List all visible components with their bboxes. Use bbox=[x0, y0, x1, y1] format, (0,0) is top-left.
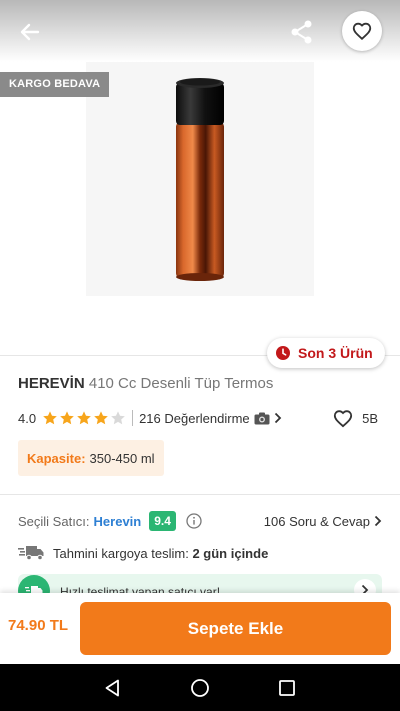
star-icon bbox=[43, 411, 57, 425]
purchase-bar: 74.90 TL Sepete Ekle bbox=[0, 593, 400, 664]
star-icon bbox=[60, 411, 74, 425]
star-rating bbox=[42, 410, 126, 426]
stock-badge: Son 3 Ürün bbox=[267, 338, 385, 368]
favorites-value: 5B bbox=[362, 410, 378, 426]
rating-divider bbox=[132, 410, 134, 426]
nav-home-icon[interactable] bbox=[190, 678, 210, 698]
seller-score-badge: 9.4 bbox=[149, 511, 176, 531]
section-divider bbox=[0, 494, 400, 495]
truck-icon bbox=[18, 546, 44, 561]
capacity-variant[interactable]: Kapasite: 350-450 ml bbox=[18, 440, 164, 476]
rating-row: 4.0 216 Değerlendirme 5B bbox=[18, 407, 382, 429]
heart-icon bbox=[334, 410, 353, 428]
chevron-right-icon bbox=[374, 515, 382, 527]
info-icon[interactable] bbox=[186, 513, 202, 529]
share-button[interactable] bbox=[288, 18, 316, 46]
nav-back-icon[interactable] bbox=[103, 678, 123, 698]
product-name: 410 Cc Desenli Tüp Termos bbox=[88, 375, 274, 392]
heart-icon bbox=[352, 22, 372, 41]
free-shipping-badge: KARGO BEDAVA bbox=[0, 72, 110, 97]
star-icon bbox=[94, 411, 108, 425]
product-brand[interactable]: HEREVİN bbox=[18, 375, 85, 392]
delivery-value: 2 gün içinde bbox=[192, 545, 269, 561]
product-image[interactable] bbox=[170, 75, 230, 283]
reviews-count: 216 Değerlendirme bbox=[139, 410, 250, 426]
chevron-right-icon bbox=[274, 412, 281, 424]
back-button[interactable] bbox=[16, 18, 44, 46]
hero-top-shade bbox=[0, 0, 400, 62]
share-icon bbox=[291, 20, 312, 44]
add-to-cart-button[interactable]: Sepete Ekle bbox=[80, 602, 391, 655]
system-nav-bar bbox=[0, 664, 400, 711]
product-image-gallery[interactable]: KARGO BEDAVA bbox=[0, 0, 400, 355]
clock-icon bbox=[276, 346, 290, 360]
delivery-label: Tahmini kargoya teslim: bbox=[53, 545, 189, 561]
camera-icon bbox=[254, 412, 270, 424]
capacity-value: 350-450 ml bbox=[89, 450, 155, 466]
stock-text: Son 3 Ürün bbox=[298, 345, 373, 361]
seller-label: Seçili Satıcı: bbox=[18, 513, 90, 529]
nav-recents-icon[interactable] bbox=[277, 678, 297, 698]
favorites-count[interactable]: 5B bbox=[332, 407, 378, 429]
rating-value: 4.0 bbox=[18, 410, 37, 426]
delivery-estimate: Tahmini kargoya teslim: 2 gün içinde bbox=[18, 543, 268, 563]
price: 74.90 TL bbox=[8, 617, 69, 634]
reviews-link[interactable]: 216 Değerlendirme bbox=[139, 411, 282, 426]
star-icon bbox=[77, 411, 91, 425]
star-icon bbox=[111, 411, 125, 425]
back-arrow-icon bbox=[20, 23, 40, 41]
capacity-label: Kapasite: bbox=[27, 450, 86, 466]
delivery-text: Tahmini kargoya teslim: 2 gün içinde bbox=[53, 546, 268, 561]
seller-name-link[interactable]: Herevin bbox=[94, 514, 142, 529]
seller-row: Seçili Satıcı: Herevin 9.4 106 Soru & Ce… bbox=[18, 510, 382, 532]
favorite-button[interactable] bbox=[342, 11, 382, 51]
product-title: HEREVİN 410 Cc Desenli Tüp Termos bbox=[18, 375, 273, 392]
questions-link[interactable]: 106 Soru & Cevap bbox=[264, 510, 382, 532]
questions-count: 106 Soru & Cevap bbox=[263, 513, 370, 529]
